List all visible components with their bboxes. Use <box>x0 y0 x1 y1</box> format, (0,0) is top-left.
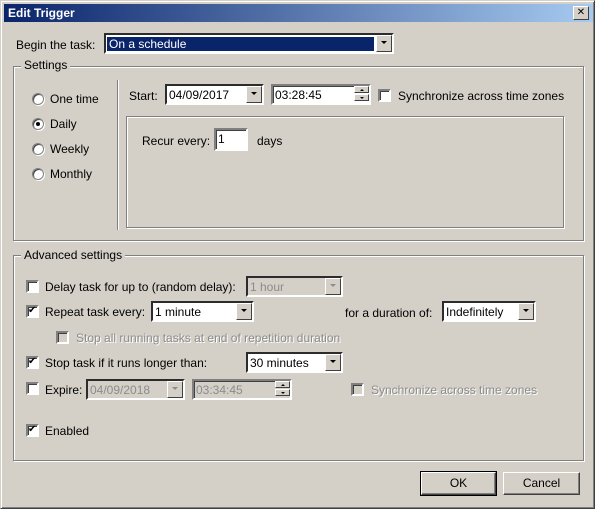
begin-task-select[interactable]: On a schedule <box>104 33 394 54</box>
start-date-picker[interactable]: 04/09/2017 <box>165 84 264 105</box>
repeat-interval-select[interactable]: 1 minute <box>151 301 254 322</box>
start-label: Start: <box>129 89 158 103</box>
radio-weekly[interactable] <box>32 143 44 155</box>
spin-down-icon[interactable] <box>354 94 369 101</box>
stop-all-tasks-label: Stop all running tasks at end of repetit… <box>76 331 341 345</box>
spin-down-icon[interactable] <box>275 389 290 396</box>
chevron-down-icon[interactable] <box>325 354 341 371</box>
recur-every-input[interactable]: 1 <box>214 128 248 151</box>
delay-task-checkbox[interactable] <box>26 280 39 293</box>
repeat-task-label[interactable]: Repeat task every: <box>45 305 145 319</box>
edit-trigger-dialog: Edit Trigger ✕ Begin the task: On a sche… <box>0 0 595 509</box>
duration-label: for a duration of: <box>345 306 433 320</box>
cancel-button[interactable]: Cancel <box>503 472 580 495</box>
radio-monthly[interactable] <box>32 168 44 180</box>
settings-divider <box>117 80 118 230</box>
start-time-input[interactable]: 03:28:45 <box>271 84 371 105</box>
begin-task-value: On a schedule <box>107 37 374 51</box>
expire-date-picker[interactable]: 04/09/2018 <box>86 379 185 400</box>
chevron-down-icon[interactable] <box>518 303 534 320</box>
repeat-task-checkbox[interactable] <box>26 304 39 318</box>
enabled-label[interactable]: Enabled <box>45 424 89 438</box>
duration-value: Indefinitely <box>446 305 504 319</box>
enabled-checkbox[interactable] <box>26 423 39 437</box>
recur-every-value: 1 <box>218 132 225 146</box>
chevron-down-icon[interactable] <box>325 278 341 295</box>
sync-timezones-checkbox[interactable] <box>378 89 391 102</box>
ok-button[interactable]: OK <box>420 471 497 496</box>
delay-task-label[interactable]: Delay task for up to (random delay): <box>45 280 236 294</box>
delay-select[interactable]: 1 hour <box>246 276 343 297</box>
delay-value: 1 hour <box>250 280 285 294</box>
radio-one-time-label[interactable]: One time <box>50 92 99 106</box>
expire-date-value: 04/09/2018 <box>90 383 151 397</box>
recur-label: Recur every: <box>142 134 211 148</box>
spin-up-icon[interactable] <box>354 86 369 93</box>
recur-panel <box>126 116 564 228</box>
repeat-interval-value: 1 minute <box>155 305 202 319</box>
sync-timezones-label[interactable]: Synchronize across time zones <box>398 89 564 103</box>
expire-label[interactable]: Expire: <box>45 383 82 397</box>
radio-daily-label[interactable]: Daily <box>50 117 77 131</box>
stop-task-duration-value: 30 minutes <box>250 356 309 370</box>
close-icon: ✕ <box>576 7 586 18</box>
dialog-title: Edit Trigger <box>8 6 75 20</box>
expire-checkbox[interactable] <box>26 382 39 395</box>
start-time-value: 03:28:45 <box>275 88 322 102</box>
start-date-value: 04/09/2017 <box>169 88 230 102</box>
calendar-dropdown-icon[interactable] <box>246 86 262 103</box>
spin-up-icon[interactable] <box>275 381 290 388</box>
expire-sync-checkbox[interactable] <box>351 383 364 396</box>
settings-legend: Settings <box>21 58 71 72</box>
chevron-down-icon[interactable] <box>376 35 392 52</box>
stop-task-checkbox[interactable] <box>26 355 39 369</box>
stop-all-tasks-checkbox[interactable] <box>56 331 69 344</box>
expire-time-value: 03:34:45 <box>196 383 243 397</box>
radio-one-time[interactable] <box>32 93 44 105</box>
radio-daily[interactable] <box>32 118 44 130</box>
duration-select[interactable]: Indefinitely <box>442 301 536 322</box>
recur-unit-label: days <box>257 134 283 148</box>
title-bar[interactable]: Edit Trigger ✕ <box>4 4 593 22</box>
chevron-down-icon[interactable] <box>236 303 252 320</box>
stop-task-duration-select[interactable]: 30 minutes <box>246 352 343 373</box>
advanced-settings-legend: Advanced settings <box>21 248 126 262</box>
expire-time-input[interactable]: 03:34:45 <box>192 379 292 400</box>
expire-time-spinner[interactable] <box>275 381 290 396</box>
radio-monthly-label[interactable]: Monthly <box>50 167 92 181</box>
stop-task-label[interactable]: Stop task if it runs longer than: <box>45 356 207 370</box>
start-time-spinner[interactable] <box>354 86 369 101</box>
begin-task-label: Begin the task: <box>16 38 96 52</box>
close-button[interactable]: ✕ <box>573 6 589 20</box>
expire-sync-label: Synchronize across time zones <box>371 383 538 397</box>
radio-weekly-label[interactable]: Weekly <box>50 142 89 156</box>
calendar-dropdown-icon[interactable] <box>167 381 183 398</box>
